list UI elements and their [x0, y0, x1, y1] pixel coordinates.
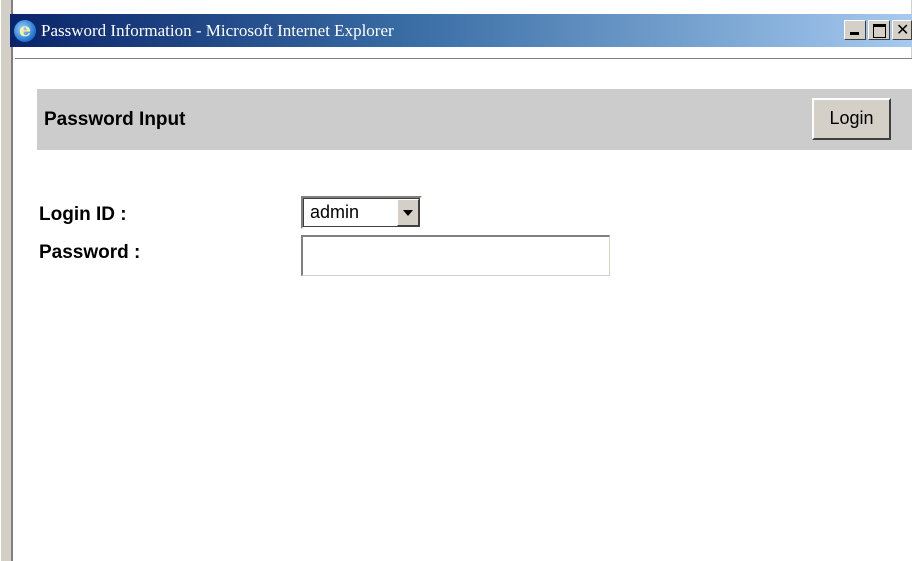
login-id-label: Login ID : [39, 204, 127, 225]
browser-window: Password Information - Microsoft Interne… [0, 0, 912, 561]
maximize-icon[interactable] [868, 20, 890, 40]
chevron-down-icon[interactable] [397, 199, 419, 226]
password-input[interactable] [301, 235, 610, 276]
page-title: Password Input [44, 109, 186, 130]
login-id-value: admin [310, 202, 360, 222]
page-content: Password Input Login Login ID : admin Pa… [15, 58, 912, 561]
minimize-icon[interactable] [844, 20, 866, 40]
window-frame-left [0, 0, 13, 561]
password-label: Password : [39, 242, 141, 263]
internet-explorer-icon[interactable] [14, 19, 36, 42]
header-bar: Password Input Login [37, 89, 912, 150]
window-title: Password Information - Microsoft Interne… [41, 20, 394, 40]
window-controls [844, 20, 912, 40]
close-icon[interactable] [892, 20, 912, 40]
login-id-select[interactable]: admin [301, 196, 422, 229]
login-button[interactable]: Login [812, 98, 891, 140]
title-bar[interactable]: Password Information - Microsoft Interne… [10, 14, 912, 47]
